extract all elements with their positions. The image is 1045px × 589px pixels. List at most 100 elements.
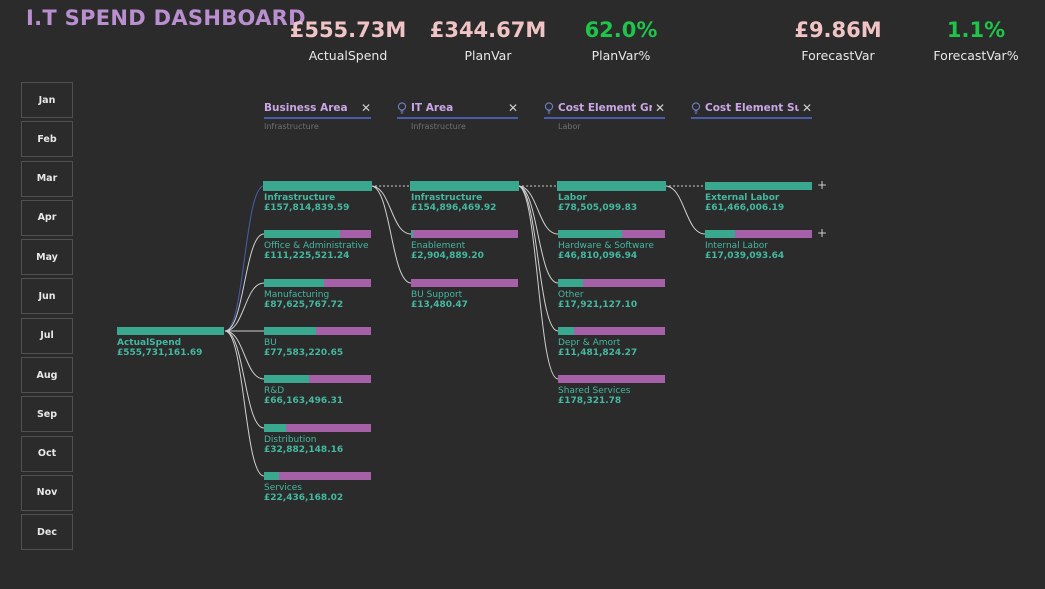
node-bar [558,279,665,287]
tree-node-cost-group[interactable]: Other £17,921,127.10 [558,279,665,311]
node-bar [264,230,371,238]
tree-node-it-area[interactable]: BU Support £13,480.47 [411,279,518,311]
node-bar-fill [117,327,224,335]
tree-link [224,330,265,380]
node-value: £32,882,148.16 [264,445,344,455]
node-bar-fill [705,230,735,238]
node-bar-fill [264,230,340,238]
node-label: ActualSpend [117,338,182,348]
tree-link [370,185,412,284]
node-bar [557,181,666,191]
node-value: £61,466,006.19 [705,203,785,213]
node-bar-fill [558,327,575,335]
expand-plus-icon[interactable]: + [817,226,827,240]
node-value: £78,505,099.83 [558,203,638,213]
node-bar [558,327,665,335]
tree-node-cost-group[interactable]: Labor £78,505,099.83 [557,181,666,214]
node-label: Office & Administrative [264,241,369,251]
node-label: Labor [558,193,587,203]
node-value: £178,321.78 [558,396,622,406]
tree-link [517,185,559,332]
node-bar [705,230,812,238]
node-value: £2,904,889.20 [411,251,484,261]
node-value: £11,481,824.27 [558,348,638,358]
tree-node-cost-group[interactable]: Shared Services £178,321.78 [558,375,665,407]
node-label: BU Support [411,290,463,300]
node-label: Services [264,483,302,493]
tree-node-business-area[interactable]: Office & Administrative £111,225,521.24 [264,230,371,262]
tree-node-business-area[interactable]: Distribution £32,882,148.16 [264,424,371,456]
node-bar-fill [264,472,279,480]
node-label: Internal Labor [705,241,768,251]
node-bar [264,327,371,335]
node-bar [411,279,518,287]
node-value: £157,814,839.59 [264,203,350,213]
tree-node-business-area[interactable]: R&D £66,163,496.31 [264,375,371,407]
node-label: Infrastructure [411,193,483,203]
node-bar [264,472,371,480]
node-bar [411,230,518,238]
node-label: Manufacturing [264,290,330,300]
node-value: £555,731,161.69 [117,348,203,358]
node-bar [264,279,371,287]
tree-link [224,185,265,332]
node-bar [558,375,665,383]
node-value: £77,583,220.65 [264,348,344,358]
tree-link [664,185,706,235]
tree-node-cost-group[interactable]: Hardware & Software £46,810,096.94 [558,230,665,262]
node-bar-fill [264,327,317,335]
node-value: £111,225,521.24 [264,251,350,261]
tree-link [370,185,412,235]
node-bar [263,181,372,191]
node-bar-fill [264,375,309,383]
tree-node-root[interactable]: ActualSpend £555,731,161.69 [117,327,224,359]
node-bar-fill [558,230,623,238]
node-value: £22,436,168.02 [264,493,344,503]
node-value: £13,480.47 [411,300,468,310]
node-bar-fill [705,182,812,190]
tree-link [517,185,559,284]
expand-plus-icon[interactable]: + [817,178,827,192]
node-bar-fill [264,182,371,190]
tree-node-business-area[interactable]: Services £22,436,168.02 [264,472,371,504]
node-label: Distribution [264,435,317,445]
node-bar-fill [411,182,518,190]
tree-node-it-area[interactable]: Infrastructure £154,896,469.92 [410,181,519,214]
tree-node-business-area[interactable]: Manufacturing £87,625,767.72 [264,279,371,311]
node-bar-fill [264,424,287,432]
node-value: £46,810,096.94 [558,251,638,261]
node-bar-fill [411,230,414,238]
node-label: Enablement [411,241,466,251]
tree-link [517,185,559,380]
node-label: Shared Services [558,386,631,396]
node-bar-fill [264,279,324,287]
node-value: £17,039,093.64 [705,251,785,261]
node-bar [705,182,812,190]
node-label: Infrastructure [264,193,336,203]
node-bar [410,181,519,191]
tree-link [224,233,265,332]
tree-node-business-area[interactable]: BU £77,583,220.65 [264,327,371,359]
node-bar [558,230,665,238]
tree-node-cost-sub[interactable]: External Labor £61,466,006.19 [705,182,812,214]
tree-link [224,330,265,477]
decomposition-tree-links [224,185,706,477]
node-value: £87,625,767.72 [264,300,344,310]
node-value: £17,921,127.10 [558,300,638,310]
node-label: BU [264,338,277,348]
node-value: £154,896,469.92 [411,203,497,213]
node-bar-fill [558,182,665,190]
node-bar [264,375,371,383]
tree-node-cost-group[interactable]: Depr & Amort £11,481,824.27 [558,327,665,359]
node-label: R&D [264,386,285,396]
tree-link [224,330,265,429]
tree-link [224,282,265,332]
node-label: External Labor [705,193,780,203]
tree-node-it-area[interactable]: Enablement £2,904,889.20 [411,230,518,262]
node-label: Depr & Amort [558,338,621,348]
node-label: Hardware & Software [558,241,654,251]
tree-node-cost-sub[interactable]: Internal Labor £17,039,093.64 [705,230,812,262]
node-bar [117,327,224,335]
node-bar [264,424,371,432]
tree-node-business-area[interactable]: Infrastructure £157,814,839.59 [263,181,372,214]
